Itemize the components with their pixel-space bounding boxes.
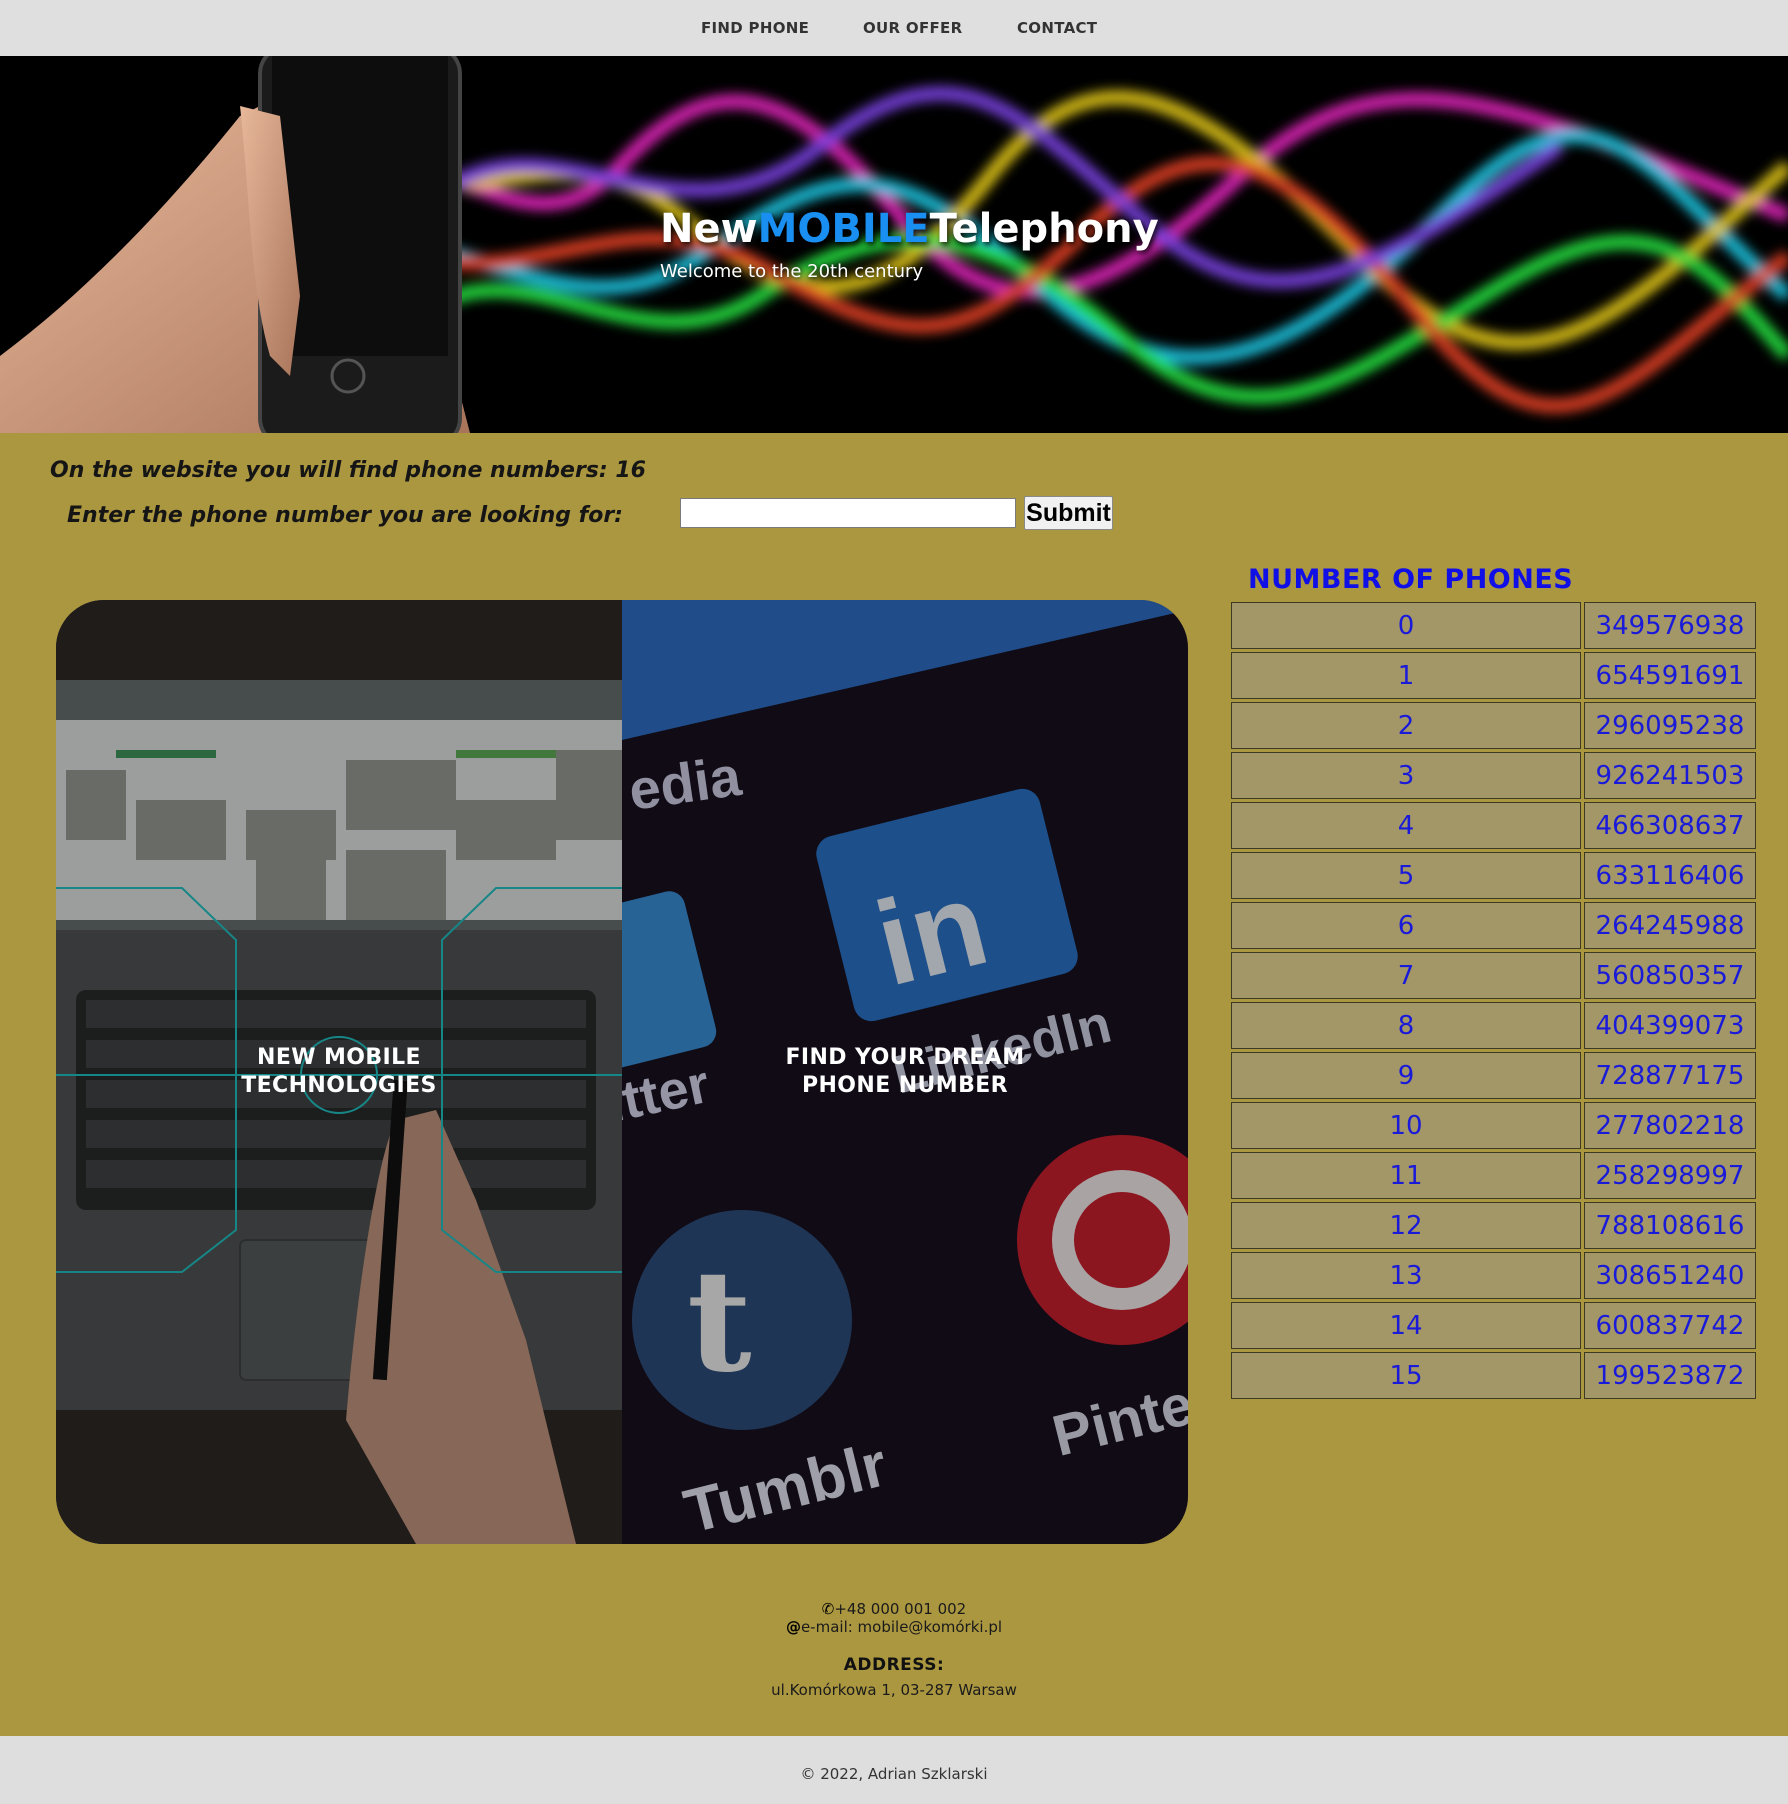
row-index: 0 [1231,602,1581,649]
row-index: 4 [1231,802,1581,849]
table-row: 9 728877175 [1231,1052,1756,1099]
table-row: 11 258298997 [1231,1152,1756,1199]
phones-table: 0 349576938 1 654591691 2 296095238 3 926241503… [1228,599,1759,1402]
table-row: 6 264245988 [1231,902,1756,949]
card-new-mobile-technologies[interactable]: NEW MOBILE TECHNOLOGIES [56,600,622,1544]
phone-icon: ✆ [821,1600,835,1618]
table-row: 8 404399073 [1231,1002,1756,1049]
search-label: Enter the phone number you are looking f… [67,503,623,528]
row-index: 12 [1231,1202,1581,1249]
site-title: NewMOBILETelephony [660,206,1159,252]
table-row: 13 308651240 [1231,1252,1756,1299]
row-index: 6 [1231,902,1581,949]
table-row: 12 788108616 [1231,1202,1756,1249]
phone-number: 926241503 [1584,752,1756,799]
phone-number: 308651240 [1584,1252,1756,1299]
phone-number: 404399073 [1584,1002,1756,1049]
table-row: 15 199523872 [1231,1352,1756,1399]
copyright-text: © 2022, Adrian Szklarski [800,1765,988,1783]
feature-cards: NEW MOBILE TECHNOLOGIES edia in LinkedIn … [56,600,1188,1544]
phone-number: 633116406 [1584,852,1756,899]
phone-number: 560850357 [1584,952,1756,999]
submit-button[interactable]: Submit [1024,496,1113,530]
table-row: 7 560850357 [1231,952,1756,999]
card-find-dream-number[interactable]: edia in LinkedIn itter t Tumblr Pinte FI… [622,600,1188,1544]
contact-phone-number: +48 000 001 002 [834,1600,967,1618]
nav-our-offer[interactable]: OUR OFFER [863,19,962,37]
row-index: 8 [1231,1002,1581,1049]
address-text: ul.Komórkowa 1, 03-287 Warsaw [771,1681,1017,1699]
nav-contact[interactable]: CONTACT [1017,19,1097,37]
phone-number: 466308637 [1584,802,1756,849]
top-nav: FIND PHONE OUR OFFER CONTACT [0,0,1788,57]
phone-search-input[interactable] [680,498,1016,528]
phone-number: 654591691 [1584,652,1756,699]
phone-number: 788108616 [1584,1202,1756,1249]
phone-number: 258298997 [1584,1152,1756,1199]
hero-banner: NewMOBILETelephony Welcome to the 20th c… [0,56,1788,433]
at-icon: @ [785,1618,801,1636]
card-title: NEW MOBILE TECHNOLOGIES [241,1045,437,1098]
phone-count-text: On the website you will find phone numbe… [50,458,646,483]
row-index: 7 [1231,952,1581,999]
table-row: 1 654591691 [1231,652,1756,699]
table-row: 5 633116406 [1231,852,1756,899]
row-index: 14 [1231,1302,1581,1349]
row-index: 3 [1231,752,1581,799]
nav-find-phone[interactable]: FIND PHONE [701,19,809,37]
table-row: 10 277802218 [1231,1102,1756,1149]
contact-email: @e-mail: mobile@komórki.pl [0,1618,1788,1636]
phone-number: 600837742 [1584,1302,1756,1349]
phone-number: 264245988 [1584,902,1756,949]
phone-number: 728877175 [1584,1052,1756,1099]
row-index: 2 [1231,702,1581,749]
row-index: 10 [1231,1102,1581,1149]
table-row: 0 349576938 [1231,602,1756,649]
contact-phone: ✆+48 000 001 002 [0,1600,1788,1618]
row-index: 13 [1231,1252,1581,1299]
card-title: FIND YOUR DREAM PHONE NUMBER [785,1045,1025,1098]
site-subtitle: Welcome to the 20th century [660,261,924,282]
table-row: 3 926241503 [1231,752,1756,799]
row-index: 15 [1231,1352,1581,1399]
phone-number: 199523872 [1584,1352,1756,1399]
contact-email-address[interactable]: e-mail: mobile@komórki.pl [801,1618,1002,1636]
phone-number: 296095238 [1584,702,1756,749]
row-index: 9 [1231,1052,1581,1099]
table-row: 2 296095238 [1231,702,1756,749]
table-row: 14 600837742 [1231,1302,1756,1349]
table-row: 4 466308637 [1231,802,1756,849]
address-title: ADDRESS: [843,1655,945,1675]
phones-table-title: NUMBER OF PHONES [1248,564,1574,595]
phone-number: 349576938 [1584,602,1756,649]
row-index: 11 [1231,1152,1581,1199]
row-index: 1 [1231,652,1581,699]
phone-number: 277802218 [1584,1102,1756,1149]
row-index: 5 [1231,852,1581,899]
